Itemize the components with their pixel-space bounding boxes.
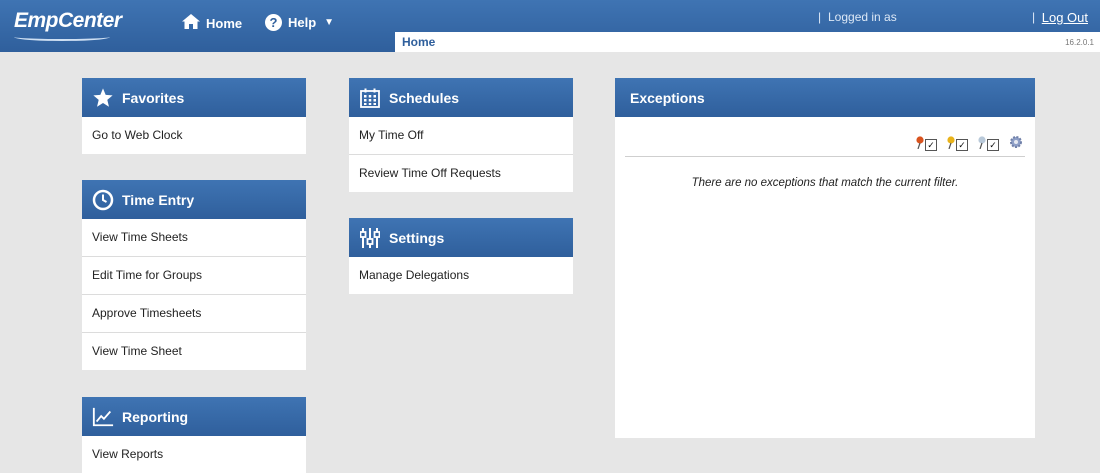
- logo-swoosh: [14, 33, 110, 41]
- schedules-item-my-time-off[interactable]: My Time Off: [349, 117, 573, 155]
- logged-in-label: Logged in as: [828, 10, 897, 24]
- line-chart-icon: [92, 406, 114, 428]
- logout-link[interactable]: Log Out: [1042, 10, 1088, 25]
- settings-header: Settings: [349, 218, 573, 257]
- sliders-icon: [359, 227, 381, 249]
- high-severity-pin-icon: [916, 135, 924, 154]
- help-icon: ?: [265, 14, 282, 31]
- separator: |: [818, 10, 822, 24]
- checkbox-icon[interactable]: ✓: [956, 138, 968, 151]
- filter-high-severity[interactable]: ✓: [916, 135, 937, 154]
- schedules-header: Schedules: [349, 78, 573, 117]
- favorites-item-web-clock[interactable]: Go to Web Clock: [82, 117, 306, 154]
- schedules-item-review-time-off[interactable]: Review Time Off Requests: [349, 155, 573, 192]
- clock-icon: [92, 189, 114, 211]
- exceptions-body: ✓ ✓ ✓ There are no exceptions that match…: [615, 117, 1035, 438]
- nav-help[interactable]: ? Help ▼: [265, 14, 334, 31]
- nav-home[interactable]: Home: [182, 14, 242, 32]
- separator: |: [1032, 10, 1036, 24]
- chevron-down-icon: ▼: [324, 17, 335, 28]
- exceptions-panel: Exceptions ✓ ✓ ✓ There are no exceptions…: [615, 78, 1035, 438]
- exceptions-header: Exceptions: [615, 78, 1035, 117]
- settings-panel: Settings Manage Delegations: [349, 218, 573, 294]
- version-label: 16.2.0.1: [1065, 38, 1094, 47]
- time-entry-panel: Time Entry View Time Sheets Edit Time fo…: [82, 180, 306, 370]
- settings-title: Settings: [389, 229, 445, 246]
- reporting-panel: Reporting View Reports: [82, 397, 306, 473]
- time-entry-item-view-time-sheets[interactable]: View Time Sheets: [82, 219, 306, 257]
- reporting-item-view-reports[interactable]: View Reports: [82, 436, 306, 473]
- favorites-panel: Favorites Go to Web Clock: [82, 78, 306, 154]
- filter-low-severity[interactable]: ✓: [978, 135, 999, 154]
- reporting-header: Reporting: [82, 397, 306, 436]
- medium-severity-pin-icon: [947, 135, 955, 154]
- time-entry-title: Time Entry: [122, 191, 195, 208]
- settings-item-manage-delegations[interactable]: Manage Delegations: [349, 257, 573, 294]
- filter-settings[interactable]: [1009, 135, 1023, 154]
- reporting-title: Reporting: [122, 408, 189, 425]
- filter-medium-severity[interactable]: ✓: [947, 135, 968, 154]
- schedules-title: Schedules: [389, 89, 460, 106]
- calendar-icon: [359, 87, 381, 109]
- home-icon: [182, 14, 200, 32]
- app-logo[interactable]: EmpCenter: [14, 9, 122, 33]
- nav-home-label: Home: [206, 15, 243, 31]
- exception-filters: ✓ ✓ ✓: [916, 135, 1023, 154]
- checkbox-icon[interactable]: ✓: [987, 138, 999, 151]
- exceptions-title: Exceptions: [630, 89, 705, 106]
- favorites-header: Favorites: [82, 78, 306, 117]
- time-entry-header: Time Entry: [82, 180, 306, 219]
- time-entry-item-approve-timesheets[interactable]: Approve Timesheets: [82, 295, 306, 333]
- low-severity-pin-icon: [978, 135, 986, 154]
- breadcrumb-bar: Home 16.2.0.1: [395, 32, 1100, 52]
- time-entry-item-view-time-sheet[interactable]: View Time Sheet: [82, 333, 306, 370]
- top-bar: EmpCenter Home ? Help ▼ | Logged in as |…: [0, 0, 1100, 52]
- no-exceptions-message: There are no exceptions that match the c…: [691, 177, 959, 189]
- favorites-title: Favorites: [122, 89, 185, 106]
- breadcrumb: Home: [402, 35, 436, 49]
- schedules-panel: Schedules My Time Off Review Time Off Re…: [349, 78, 573, 192]
- gear-icon: [1009, 135, 1023, 154]
- checkbox-icon[interactable]: ✓: [925, 138, 937, 151]
- time-entry-item-edit-time-groups[interactable]: Edit Time for Groups: [82, 257, 306, 295]
- star-icon: [92, 87, 114, 109]
- nav-help-label: Help: [288, 15, 317, 30]
- divider: [625, 156, 1025, 157]
